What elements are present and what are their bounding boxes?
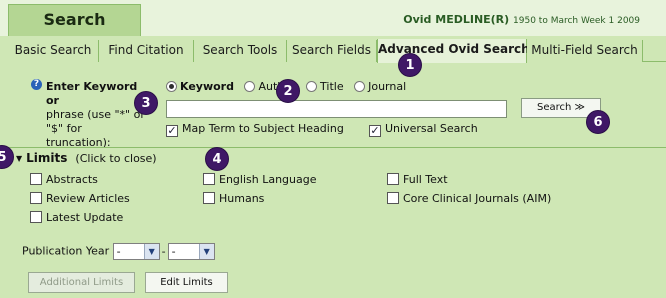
- checkbox-checked[interactable]: ✓: [369, 125, 381, 137]
- checkbox[interactable]: [30, 173, 42, 185]
- prompt-line: Enter Keyword or: [46, 80, 138, 107]
- question-icon[interactable]: ?: [31, 79, 42, 90]
- select-value: -: [171, 245, 176, 258]
- limit-full-text[interactable]: Full Text: [387, 173, 448, 186]
- checkbox-label: Latest Update: [46, 211, 124, 224]
- checkbox-checked[interactable]: ✓: [166, 125, 178, 137]
- limit-latest-update[interactable]: Latest Update: [30, 211, 123, 224]
- checkbox[interactable]: [387, 173, 399, 185]
- database-name: Ovid MEDLINE(R) 1950 to March Week 1 200…: [403, 13, 640, 26]
- limits-hint: (Click to close): [75, 152, 157, 165]
- checkbox-label: Full Text: [403, 173, 448, 186]
- radio-button[interactable]: [244, 81, 256, 92]
- checkbox-label: Universal Search: [385, 122, 478, 135]
- callout-badge-2: 2: [276, 79, 300, 103]
- prompt-line: phrase (use "*" or: [46, 108, 145, 121]
- section-divider: [8, 147, 666, 148]
- tab-find-citation[interactable]: Find Citation: [99, 40, 194, 62]
- edit-limits-button[interactable]: Edit Limits: [145, 272, 228, 293]
- tab-search-fields[interactable]: Search Fields: [287, 40, 377, 62]
- radio-button[interactable]: [306, 81, 318, 92]
- publication-year-to-select[interactable]: - ▼: [167, 243, 215, 260]
- checkbox[interactable]: [30, 211, 42, 223]
- callout-badge-5: 5: [0, 145, 14, 169]
- radio-label: Keyword: [180, 80, 234, 93]
- select-value: -: [116, 245, 121, 258]
- checkbox[interactable]: [203, 192, 215, 204]
- radio-label: Journal: [368, 80, 407, 93]
- radio-button[interactable]: [166, 81, 177, 92]
- search-tabs: Basic Search Find Citation Search Tools …: [8, 36, 666, 63]
- title-bar: Search Ovid MEDLINE(R) 1950 to March Wee…: [0, 0, 666, 36]
- callout-badge-1: 1: [398, 53, 422, 77]
- prompt-line: "$" for: [46, 122, 82, 135]
- radio-keyword[interactable]: Keyword: [166, 80, 234, 93]
- checkbox-label: Humans: [219, 192, 265, 205]
- search-input[interactable]: [166, 100, 507, 118]
- publication-year-from-select[interactable]: - ▼: [112, 243, 160, 260]
- checkbox[interactable]: [203, 173, 215, 185]
- tab-multi-field-search[interactable]: Multi-Field Search: [527, 40, 643, 62]
- limit-review-articles[interactable]: Review Articles: [30, 192, 130, 205]
- universal-search-checkbox[interactable]: ✓ Universal Search: [369, 122, 478, 137]
- tab-search-tools[interactable]: Search Tools: [194, 40, 287, 62]
- triangle-down-icon: ▼: [16, 154, 23, 163]
- callout-badge-4: 4: [205, 147, 229, 171]
- checkbox[interactable]: [30, 192, 42, 204]
- publication-year-label: Publication Year: [22, 244, 110, 258]
- radio-journal[interactable]: Journal: [354, 80, 406, 93]
- checkbox-label: English Language: [219, 173, 317, 186]
- limits-toggle[interactable]: ▼ Limits (Click to close): [16, 151, 157, 165]
- callout-badge-6: 6: [586, 110, 610, 134]
- ovid-search-panel: Search Ovid MEDLINE(R) 1950 to March Wee…: [0, 0, 666, 298]
- limit-core-clinical-journals[interactable]: Core Clinical Journals (AIM): [387, 192, 551, 205]
- limit-humans[interactable]: Humans: [203, 192, 264, 205]
- limit-english-language[interactable]: English Language: [203, 173, 317, 186]
- chevron-down-icon: ▼: [198, 244, 214, 259]
- radio-button[interactable]: [354, 81, 366, 92]
- checkbox[interactable]: [387, 192, 399, 204]
- database-label: Ovid MEDLINE(R): [403, 13, 510, 26]
- checkbox-label: Review Articles: [46, 192, 130, 205]
- limits-title: Limits: [26, 151, 68, 165]
- tab-basic-search[interactable]: Basic Search: [8, 40, 99, 62]
- callout-badge-3: 3: [134, 91, 158, 115]
- search-prompt: Enter Keyword or phrase (use "*" or "$" …: [46, 80, 146, 150]
- additional-limits-button[interactable]: Additional Limits: [28, 272, 135, 293]
- page-title: Search: [8, 4, 141, 36]
- radio-label: Title: [320, 80, 344, 93]
- checkbox-label: Map Term to Subject Heading: [182, 122, 344, 135]
- checkbox-label: Core Clinical Journals (AIM): [403, 192, 552, 205]
- chevron-down-icon: ▼: [143, 244, 159, 259]
- checkbox-label: Abstracts: [46, 173, 98, 186]
- publication-year-row: Publication Year - ▼ - - ▼: [22, 243, 215, 260]
- limit-abstracts[interactable]: Abstracts: [30, 173, 98, 186]
- radio-title[interactable]: Title: [306, 80, 344, 93]
- map-term-checkbox[interactable]: ✓ Map Term to Subject Heading: [166, 122, 344, 137]
- year-separator: -: [161, 244, 166, 258]
- database-range: 1950 to March Week 1 2009: [513, 16, 640, 26]
